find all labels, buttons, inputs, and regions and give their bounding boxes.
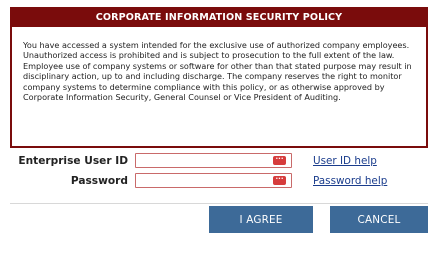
password-manager-dots-icon[interactable]: ··· xyxy=(273,176,286,185)
password-field[interactable]: ··· xyxy=(135,173,292,188)
divider xyxy=(10,203,428,204)
policy-title: CORPORATE INFORMATION SECURITY POLICY xyxy=(12,9,426,27)
user-id-label: Enterprise User ID xyxy=(18,155,128,167)
user-id-field[interactable]: ··· xyxy=(135,153,292,168)
policy-text: You have accessed a system intended for … xyxy=(23,40,412,103)
user-id-input[interactable] xyxy=(138,154,268,167)
password-help-link[interactable]: Password help xyxy=(313,174,387,188)
cancel-button[interactable]: CANCEL xyxy=(330,206,428,233)
agree-button[interactable]: I AGREE xyxy=(209,206,313,233)
password-manager-dots-icon[interactable]: ··· xyxy=(273,156,286,165)
password-label: Password xyxy=(70,175,128,187)
security-policy-box: CORPORATE INFORMATION SECURITY POLICY Yo… xyxy=(10,7,428,148)
user-id-help-link[interactable]: User ID help xyxy=(313,154,377,168)
password-input[interactable] xyxy=(138,174,268,187)
